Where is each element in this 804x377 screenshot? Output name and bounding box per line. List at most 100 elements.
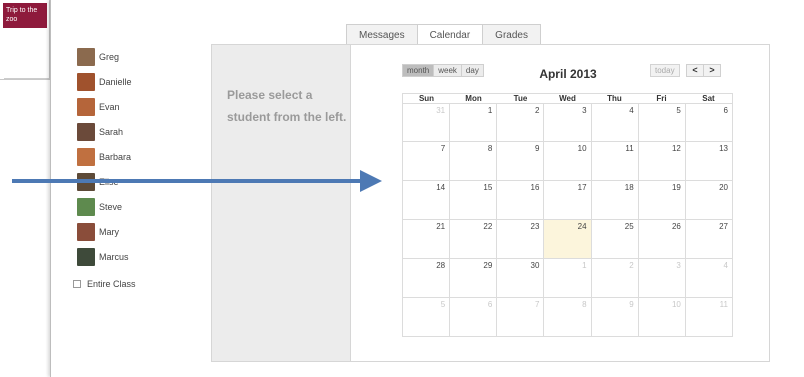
calendar-day-cell[interactable]: 18	[591, 181, 639, 220]
calendar-day-cell[interactable]: 15	[450, 181, 498, 220]
calendar-week-row: 28 29 30 1 2 3 4	[402, 259, 733, 298]
calendar-day-cell[interactable]: 7	[497, 298, 545, 337]
student-name: Sarah	[99, 126, 124, 137]
calendar-day-cell[interactable]: 3	[544, 104, 592, 142]
avatar	[77, 247, 95, 266]
avatar	[77, 197, 95, 216]
avatar	[77, 97, 95, 116]
calendar-day-cell[interactable]: 21	[403, 220, 451, 259]
day-header: Thu	[607, 94, 622, 103]
calendar-week-row: 14 15 16 17 18 19 20	[402, 181, 733, 220]
calendar-day-cell[interactable]: 17	[544, 181, 592, 220]
calendar-day-cell[interactable]: 29	[450, 259, 498, 298]
calendar-week-row: 5 6 7 8 9 10 11	[402, 298, 733, 337]
day-header-row: Sun Mon Tue Wed Thu Fri Sat	[402, 93, 733, 103]
calendar-week-row: 7 8 9 10 11 12 13	[402, 142, 733, 181]
avatar	[77, 122, 95, 141]
background-divider	[4, 78, 50, 79]
student-item-danielle[interactable]: Danielle	[77, 69, 132, 94]
calendar-day-cell[interactable]: 11	[685, 298, 733, 337]
calendar-day-cell[interactable]: 31	[403, 104, 451, 142]
avatar	[77, 147, 95, 166]
day-header: Sun	[418, 94, 435, 103]
calendar-day-cell[interactable]: 10	[638, 298, 686, 337]
tab-grades[interactable]: Grades	[482, 24, 541, 46]
student-item-mary[interactable]: Mary	[77, 219, 132, 244]
student-item-marcus[interactable]: Marcus	[77, 244, 132, 269]
calendar-day-cell[interactable]: 16	[497, 181, 545, 220]
calendar-day-cell[interactable]: 10	[544, 142, 592, 181]
day-header: Fri	[656, 94, 667, 103]
view-month-button[interactable]: month	[402, 64, 435, 77]
student-list: GregDanielleEvanSarahBarbaraEliseSteveMa…	[77, 44, 132, 269]
student-name: Barbara	[99, 151, 132, 162]
calendar-week-row: 31 1 2 3 4 5 6	[402, 103, 733, 142]
calendar-day-cell[interactable]: 6	[685, 104, 733, 142]
calendar-day-cell[interactable]: 30	[497, 259, 545, 298]
calendar-day-cell[interactable]: 27	[685, 220, 733, 259]
tab-messages[interactable]: Messages	[346, 24, 418, 46]
calendar-day-cell[interactable]: 4	[685, 259, 733, 298]
student-name: Evan	[99, 101, 120, 112]
view-day-button[interactable]: day	[460, 64, 484, 77]
next-month-button[interactable]: >	[703, 64, 721, 77]
student-item-sarah[interactable]: Sarah	[77, 119, 132, 144]
calendar-day-cell[interactable]: 9	[591, 298, 639, 337]
calendar-day-cell[interactable]: 20	[685, 181, 733, 220]
calendar-day-cell[interactable]: 3	[638, 259, 686, 298]
entire-class-label: Entire Class	[87, 279, 136, 289]
calendar-day-cell[interactable]: 8	[450, 142, 498, 181]
calendar-day-cell[interactable]: 5	[403, 298, 451, 337]
day-header: Tue	[513, 94, 528, 103]
avatar	[77, 222, 95, 241]
calendar-day-cell[interactable]: 8	[544, 298, 592, 337]
calendar-grid: Sun Mon Tue Wed Thu Fri Sat 31 1 2 3 4 5 6 7 8 9 10 11 12 1…	[402, 93, 733, 337]
calendar-day-cell[interactable]: 28	[403, 259, 451, 298]
calendar-day-cell[interactable]: 13	[685, 142, 733, 181]
annotation-arrow-shaft	[12, 179, 362, 183]
calendar-day-cell[interactable]: 19	[638, 181, 686, 220]
calendar-week-row: 21 22 23 24 25 26 27	[402, 220, 733, 259]
calendar-day-cell[interactable]: 25	[591, 220, 639, 259]
view-week-button[interactable]: week	[433, 64, 462, 77]
calendar-day-cell[interactable]: 6	[450, 298, 498, 337]
calendar-day-cell[interactable]: 14	[403, 181, 451, 220]
student-item-greg[interactable]: Greg	[77, 44, 132, 69]
annotation-arrow-head	[360, 170, 382, 192]
calendar-day-cell[interactable]: 4	[591, 104, 639, 142]
calendar-day-cell[interactable]: 7	[403, 142, 451, 181]
student-name: Steve	[99, 201, 123, 212]
calendar-day-cell[interactable]: 9	[497, 142, 545, 181]
avatar	[77, 47, 95, 66]
student-name: Danielle	[99, 76, 132, 87]
calendar-day-cell[interactable]: 24	[544, 220, 592, 259]
prev-month-button[interactable]: <	[686, 64, 704, 77]
calendar-day-cell[interactable]: 1	[544, 259, 592, 298]
calendar-day-cell[interactable]: 12	[638, 142, 686, 181]
calendar-day-cell[interactable]: 5	[638, 104, 686, 142]
calendar-day-cell[interactable]: 2	[497, 104, 545, 142]
entire-class-option[interactable]: Entire Class	[73, 279, 136, 289]
day-header: Sat	[702, 94, 715, 103]
today-button[interactable]: today	[650, 64, 680, 77]
calendar-day-cell[interactable]: 23	[497, 220, 545, 259]
avatar	[77, 72, 95, 91]
student-item-steve[interactable]: Steve	[77, 194, 132, 219]
calendar-day-cell[interactable]: 26	[638, 220, 686, 259]
calendar-title: April 2013	[539, 67, 597, 81]
calendar-event-trip[interactable]: Trip to the zoo	[3, 3, 47, 28]
calendar-day-cell[interactable]: 11	[591, 142, 639, 181]
student-item-evan[interactable]: Evan	[77, 94, 132, 119]
calendar-day-cell[interactable]: 22	[450, 220, 498, 259]
student-name: Marcus	[99, 251, 129, 262]
day-header: Wed	[559, 94, 576, 103]
student-name: Mary	[99, 226, 119, 237]
select-student-prompt: Please select a student from the left.	[227, 88, 347, 124]
calendar-view-switcher: month week day	[402, 64, 484, 77]
student-item-barbara[interactable]: Barbara	[77, 144, 132, 169]
day-header: Mon	[465, 94, 482, 103]
calendar-nav: < >	[686, 64, 721, 77]
entire-class-checkbox[interactable]	[73, 280, 81, 288]
calendar-day-cell[interactable]: 2	[591, 259, 639, 298]
calendar-day-cell[interactable]: 1	[450, 104, 498, 142]
